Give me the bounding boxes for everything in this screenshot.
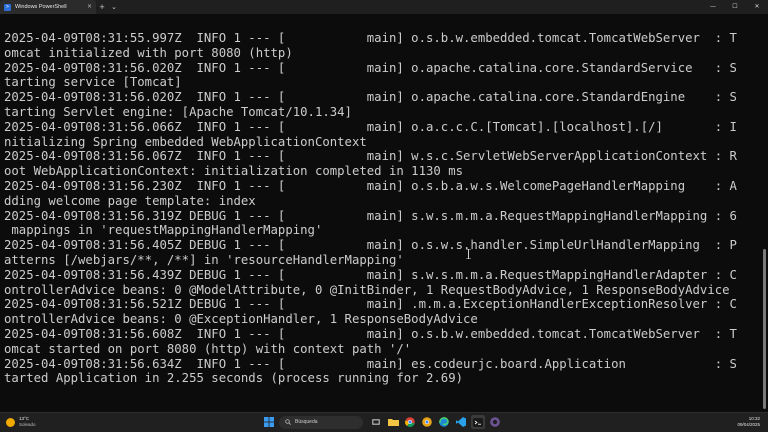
terminal-line: ontrollerAdvice beans: 0 @ExceptionHandl… [4,312,478,327]
minimize-button[interactable]: — [702,0,724,14]
new-tab-button[interactable]: + [96,0,108,14]
taskbar: 13°C Soleado Búsqueda 10:32 09/04/2025 [0,412,768,432]
terminal-line: 2025-04-09T08:31:56.319Z DEBUG 1 --- [ m… [4,208,737,223]
weather-widget[interactable]: 13°C Soleado [6,416,36,428]
taskbar-search-box[interactable]: Búsqueda [279,415,363,429]
github-icon[interactable] [488,415,502,429]
powershell-icon: > [4,3,11,11]
terminal-line: 2025-04-09T08:31:56.020Z INFO 1 --- [ ma… [4,90,737,105]
terminal-line: 2025-04-09T08:31:56.439Z DEBUG 1 --- [ m… [4,267,737,282]
chrome-icon[interactable] [403,415,417,429]
terminal-line: nitializing Spring embedded WebApplicati… [4,134,367,149]
tab-title: Windows PowerShell [15,4,67,10]
terminal-line: 2025-04-09T08:31:56.020Z INFO 1 --- [ ma… [4,60,737,75]
terminal-line: omcat started on port 8080 (http) with c… [4,341,412,356]
terminal-line: 2025-04-09T08:31:56.405Z DEBUG 1 --- [ m… [4,238,737,253]
close-window-button[interactable]: ✕ [746,0,768,14]
sun-icon [6,417,15,427]
scrollbar-thumb[interactable] [763,249,766,409]
terminal-line: tarted Application in 2.255 seconds (pro… [4,371,464,386]
taskbar-apps: Búsqueda [262,415,505,429]
task-view-icon[interactable] [369,415,383,429]
file-explorer-icon[interactable] [386,415,400,429]
vscode-icon[interactable] [454,415,468,429]
weather-text: 13°C Soleado [19,416,36,428]
terminal-scrollbar[interactable] [762,14,768,412]
terminal-lines: 2025-04-09T08:31:55.997Z INFO 1 --- [ ma… [4,31,737,386]
terminal-line: 2025-04-09T08:31:56.066Z INFO 1 --- [ ma… [4,119,737,134]
windows-start-icon[interactable] [262,415,276,429]
window-controls: — ☐ ✕ [702,0,768,14]
terminal-line: 2025-04-09T08:31:55.997Z INFO 1 --- [ ma… [4,31,737,45]
terminal-line: mappings in 'requestMappingHandlerMappin… [4,223,323,238]
system-clock[interactable]: 10:32 09/04/2025 [737,416,760,428]
clock-date: 09/04/2025 [737,422,760,427]
terminal-line: dding welcome page template: index [4,193,256,208]
terminal-line: omcat initialized with port 8080 (http) [4,45,293,60]
tab-dropdown-button[interactable]: ⌄ [108,0,120,14]
terminal-output[interactable]: 2025-04-09T08:31:55.997Z INFO 1 --- [ ma… [0,14,762,412]
chrome-canary-icon[interactable] [420,415,434,429]
title-bar: > Windows PowerShell × + ⌄ — ☐ ✕ [0,0,768,14]
terminal-line: ontrollerAdvice beans: 0 @ModelAttribute… [4,282,730,297]
terminal-line: 2025-04-09T08:31:56.521Z DEBUG 1 --- [ m… [4,297,737,312]
terminal-icon[interactable] [471,415,485,429]
search-placeholder: Búsqueda [295,419,318,425]
terminal-line: 2025-04-09T08:31:56.608Z INFO 1 --- [ ma… [4,326,737,341]
maximize-button[interactable]: ☐ [724,0,746,14]
weather-condition: Soleado [19,422,36,427]
terminal-line: 2025-04-09T08:31:56.634Z INFO 1 --- [ ma… [4,356,737,371]
terminal-line: tarting service [Tomcat] [4,75,182,90]
terminal-line: 2025-04-09T08:31:56.067Z INFO 1 --- [ ma… [4,149,737,164]
terminal-line: tarting Servlet engine: [Apache Tomcat/1… [4,104,352,119]
text-cursor-icon [466,249,471,259]
tab-windows-powershell[interactable]: > Windows PowerShell × [0,0,96,14]
terminal-line: atterns [/webjars/**, /**] in 'resourceH… [4,252,404,267]
edge-icon[interactable] [437,415,451,429]
terminal-line: oot WebApplicationContext: initializatio… [4,164,464,179]
terminal-line: 2025-04-09T08:31:56.230Z INFO 1 --- [ ma… [4,178,737,193]
close-tab-icon[interactable]: × [87,4,92,10]
search-icon [285,419,291,425]
